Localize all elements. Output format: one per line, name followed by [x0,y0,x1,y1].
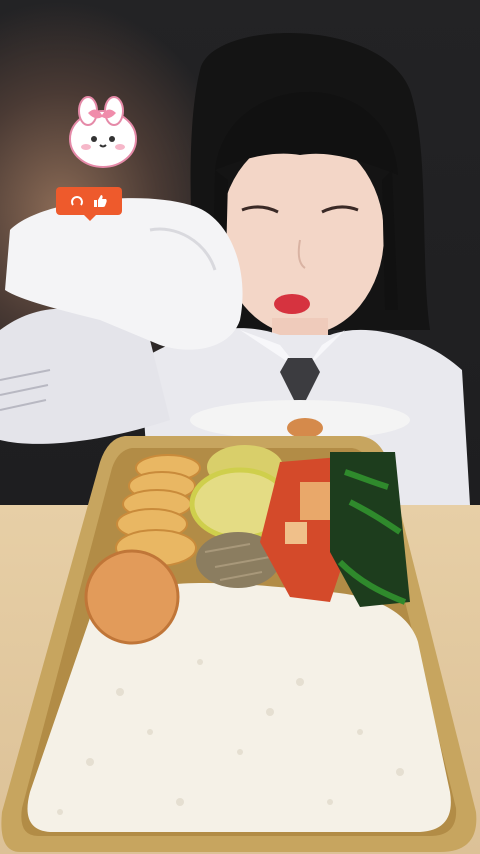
bunny-sticker-icon [69,96,137,168]
like-thumb-icon [94,195,107,207]
share-icon [71,196,83,206]
like-badge[interactable] [56,187,122,221]
video-frame [0,0,480,854]
lunch-box [1,436,477,852]
